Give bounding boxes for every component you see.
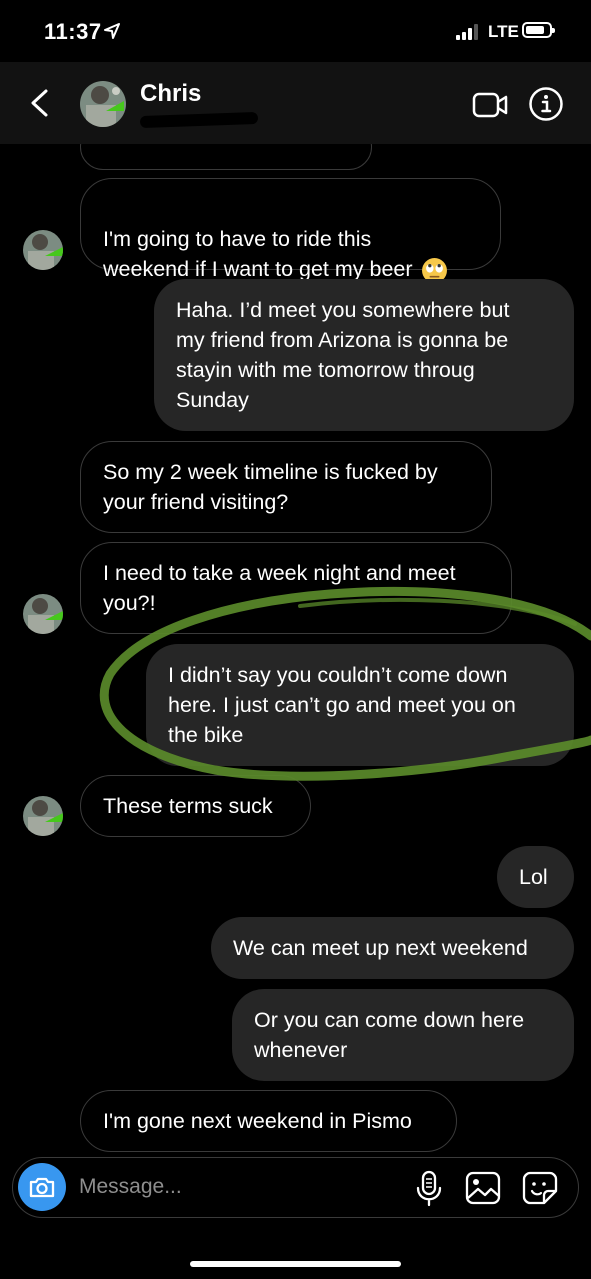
info-icon[interactable] — [528, 86, 564, 122]
message-incoming[interactable] — [80, 144, 372, 170]
sticker-icon[interactable] — [522, 1171, 558, 1205]
chat-header: Chris — [0, 62, 591, 144]
camera-button[interactable] — [18, 1163, 66, 1211]
message-outgoing[interactable]: Or you can come down here whenever — [232, 989, 574, 1081]
message-incoming[interactable]: These terms suck — [80, 775, 311, 837]
message-outgoing[interactable]: Haha. I’d meet you somewhere but my frie… — [154, 279, 574, 431]
redacted-username — [139, 111, 259, 129]
contact-name[interactable]: Chris — [140, 80, 201, 108]
message-text: I'm going to have to ride this weekend i… — [103, 227, 413, 281]
contact-avatar-small[interactable] — [23, 796, 63, 836]
video-call-icon[interactable] — [472, 91, 508, 119]
contact-avatar[interactable] — [80, 81, 126, 127]
back-chevron-icon[interactable] — [26, 88, 54, 118]
microphone-icon[interactable] — [415, 1169, 443, 1207]
status-time: 11:37 — [44, 19, 102, 44]
message-composer — [12, 1157, 579, 1218]
network-type: LTE — [488, 22, 519, 41]
home-indicator — [190, 1261, 401, 1267]
camera-icon — [29, 1177, 55, 1198]
message-incoming[interactable]: I'm going to have to ride this weekend i… — [80, 178, 501, 283]
contact-avatar-small[interactable] — [23, 594, 63, 634]
message-thread[interactable]: I'm going to have to ride this weekend i… — [0, 144, 591, 1156]
battery-icon — [522, 22, 555, 38]
message-outgoing[interactable]: I didn’t say you couldn’t come down here… — [146, 644, 574, 766]
message-outgoing[interactable]: Lol — [497, 846, 574, 908]
signal-strength-icon — [456, 24, 480, 40]
message-outgoing[interactable]: We can meet up next weekend — [211, 917, 574, 979]
status-bar: 11:37 LTE — [0, 0, 591, 62]
location-arrow-icon — [104, 23, 120, 39]
contact-avatar-small[interactable] — [23, 230, 63, 270]
gallery-icon[interactable] — [465, 1171, 501, 1205]
message-incoming[interactable]: I'm gone next weekend in Pismo — [80, 1090, 457, 1152]
message-input[interactable] — [79, 1172, 399, 1202]
message-incoming[interactable]: I need to take a week night and meet you… — [80, 542, 512, 634]
message-incoming[interactable]: So my 2 week timeline is fucked by your … — [80, 441, 492, 533]
